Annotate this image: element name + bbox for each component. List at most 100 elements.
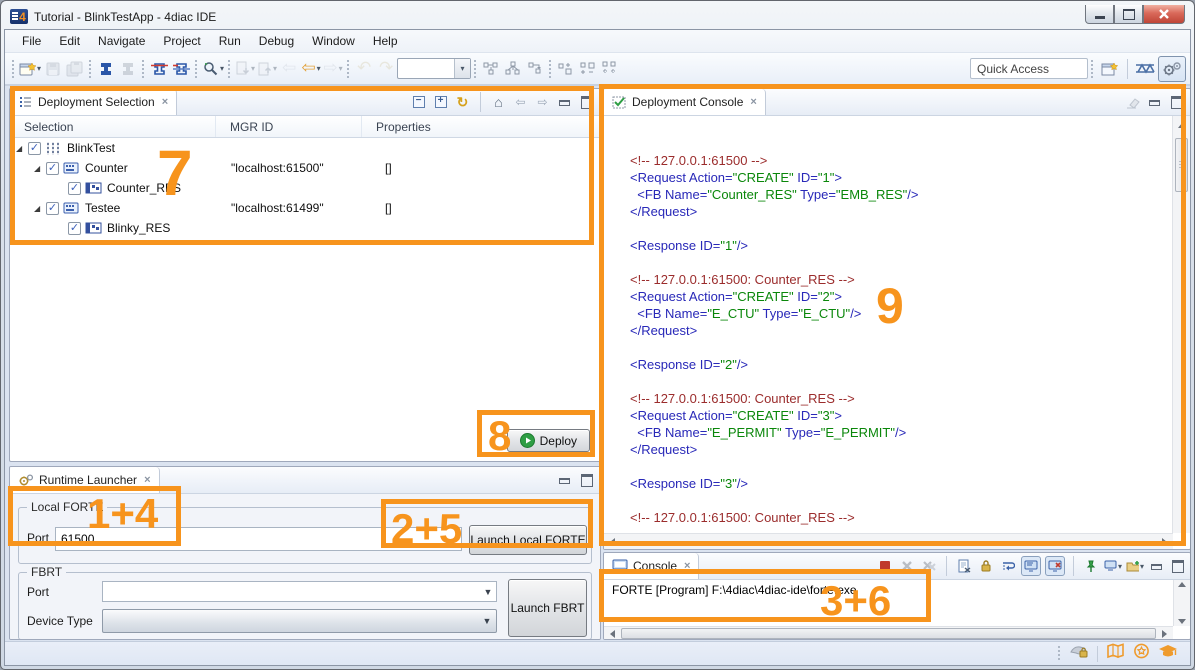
column-properties[interactable]: Properties	[362, 116, 600, 137]
scroll-down-button[interactable]	[1178, 619, 1186, 624]
checkbox-checked[interactable]: ✓	[68, 182, 81, 195]
deploy-button[interactable]: Deploy	[507, 429, 590, 452]
layout-3-button[interactable]	[524, 58, 546, 80]
minimize-view-button[interactable]	[1148, 558, 1165, 575]
menu-project[interactable]: Project	[154, 32, 209, 50]
collapse-all-button[interactable]: −	[410, 94, 427, 111]
forward-icon[interactable]: ⇨	[534, 94, 551, 111]
tab-deployment-console[interactable]: Deployment Console ×	[604, 89, 766, 115]
back-button[interactable]: ⇦▾	[300, 58, 322, 80]
deployment-console-output[interactable]: <!-- 127.0.0.1:61500 --><Request Action=…	[604, 116, 1173, 533]
layout-5-button[interactable]	[577, 58, 599, 80]
deployment-perspective-button[interactable]	[1158, 56, 1186, 82]
launch-local-forte-button[interactable]: Launch Local FORTE	[469, 525, 587, 555]
restore-welcome-icon[interactable]	[1069, 643, 1089, 664]
title-bar[interactable]: 4 Tutorial - BlinkTestApp - 4diac IDE	[4, 4, 1191, 29]
tree-row-blinky-res[interactable]: ✓ Blinky_RES	[10, 218, 600, 238]
maximize-view-button[interactable]	[578, 94, 595, 111]
scrollbar-thumb[interactable]	[1175, 138, 1188, 192]
tree-row-testee[interactable]: ◢ ✓ Testee "localhost:61499" []	[10, 198, 600, 218]
tutorials-icon[interactable]	[1158, 644, 1178, 664]
minimize-view-button[interactable]	[556, 94, 573, 111]
back-icon[interactable]: ⇦	[512, 94, 529, 111]
menu-file[interactable]: File	[13, 32, 50, 50]
column-selection[interactable]: Selection	[10, 116, 216, 137]
window-maximize-button[interactable]	[1114, 5, 1143, 24]
overview-map-icon[interactable]	[1106, 643, 1125, 664]
menu-window[interactable]: Window	[303, 32, 364, 50]
chevron-down-icon[interactable]: ▾	[317, 64, 321, 73]
show-stderr-toggle-button[interactable]	[1045, 556, 1065, 576]
checkbox-checked[interactable]: ✓	[28, 142, 41, 155]
tree-row-counter-res[interactable]: ✓ Counter_RES	[10, 178, 600, 198]
fb-type-red-2-button[interactable]	[170, 58, 192, 80]
search-button[interactable]: ▾	[201, 58, 225, 80]
vertical-scrollbar[interactable]	[1172, 116, 1190, 533]
home-icon[interactable]: ⌂	[490, 94, 507, 111]
scroll-right-button[interactable]	[1158, 536, 1171, 549]
chevron-down-icon[interactable]: ▾	[220, 64, 224, 73]
scrollbar-thumb[interactable]	[621, 628, 1156, 639]
open-console-button[interactable]: ▾	[1126, 557, 1144, 575]
layout-2-button[interactable]	[502, 58, 524, 80]
layout-4-button[interactable]	[555, 58, 577, 80]
column-mgr-id[interactable]: MGR ID	[216, 116, 362, 137]
close-icon[interactable]: ×	[144, 474, 150, 486]
window-minimize-button[interactable]	[1085, 5, 1114, 24]
scroll-lock-button[interactable]	[977, 557, 995, 575]
terminate-button[interactable]	[876, 557, 894, 575]
scroll-left-button[interactable]	[606, 627, 619, 640]
layout-6-button[interactable]	[599, 58, 621, 80]
menu-edit[interactable]: Edit	[50, 32, 89, 50]
tab-console[interactable]: Console ×	[604, 553, 699, 579]
scroll-right-button[interactable]	[1158, 627, 1171, 640]
tree-row-counter[interactable]: ◢ ✓ Counter "localhost:61500" []	[10, 158, 600, 178]
clear-console-button[interactable]	[955, 557, 973, 575]
menu-navigate[interactable]: Navigate	[89, 32, 154, 50]
close-icon[interactable]: ×	[162, 96, 168, 108]
pin-console-button[interactable]	[1082, 557, 1100, 575]
launch-fbrt-button[interactable]: Launch FBRT	[508, 579, 587, 637]
open-perspective-button[interactable]	[1097, 57, 1123, 81]
chevron-down-icon[interactable]: ▼	[478, 616, 496, 626]
checkbox-checked[interactable]: ✓	[46, 162, 59, 175]
whats-new-icon[interactable]	[1133, 643, 1150, 664]
tree-row-blinktest[interactable]: ◢ ✓ BlinkTest	[10, 138, 600, 158]
new-system-button[interactable]	[95, 58, 117, 80]
tab-deployment-selection[interactable]: Deployment Selection ×	[10, 89, 177, 115]
fb-type-red-1-button[interactable]	[148, 58, 170, 80]
chevron-down-icon[interactable]: ▾	[454, 59, 470, 78]
menu-help[interactable]: Help	[364, 32, 407, 50]
menu-run[interactable]: Run	[210, 32, 250, 50]
layout-1-button[interactable]	[480, 58, 502, 80]
expand-arrow-icon[interactable]: ◢	[34, 204, 46, 213]
console-output[interactable]: FORTE [Program] F:\4diac\4diac-ide\forte…	[604, 580, 1173, 626]
expand-all-button[interactable]: +	[432, 94, 449, 111]
chevron-down-icon[interactable]: ▼	[480, 582, 496, 601]
display-selected-console-button[interactable]: ▾	[1104, 557, 1122, 575]
vertical-scrollbar[interactable]	[1173, 580, 1190, 626]
tree-column-header[interactable]: Selection MGR ID Properties	[10, 116, 600, 138]
close-icon[interactable]: ×	[684, 560, 690, 572]
checkbox-checked[interactable]: ✓	[68, 222, 81, 235]
quick-access-input[interactable]	[970, 58, 1088, 79]
zoom-combo[interactable]: ▾	[397, 58, 471, 79]
maximize-view-button[interactable]	[578, 472, 595, 489]
scroll-left-button[interactable]	[606, 536, 619, 549]
scroll-up-button[interactable]	[1175, 119, 1188, 132]
system-perspective-button[interactable]	[1132, 57, 1158, 81]
scroll-up-button[interactable]	[1178, 582, 1186, 587]
maximize-view-button[interactable]	[1168, 94, 1185, 111]
chevron-down-icon[interactable]: ▾	[1140, 562, 1144, 571]
local-forte-port-input[interactable]	[55, 527, 462, 551]
chevron-down-icon[interactable]: ▾	[37, 64, 41, 73]
new-wizard-button[interactable]: ▾	[18, 58, 42, 80]
minimize-view-button[interactable]	[556, 472, 573, 489]
chevron-down-icon[interactable]: ▾	[1118, 562, 1122, 571]
horizontal-scrollbar[interactable]	[604, 626, 1173, 640]
device-type-combo[interactable]: ▼	[102, 609, 497, 633]
fbrt-port-combo[interactable]: ▼	[102, 581, 497, 602]
show-stdout-toggle-button[interactable]	[1021, 556, 1041, 576]
tab-runtime-launcher[interactable]: Runtime Launcher ×	[10, 467, 160, 493]
horizontal-scrollbar[interactable]	[604, 533, 1173, 550]
